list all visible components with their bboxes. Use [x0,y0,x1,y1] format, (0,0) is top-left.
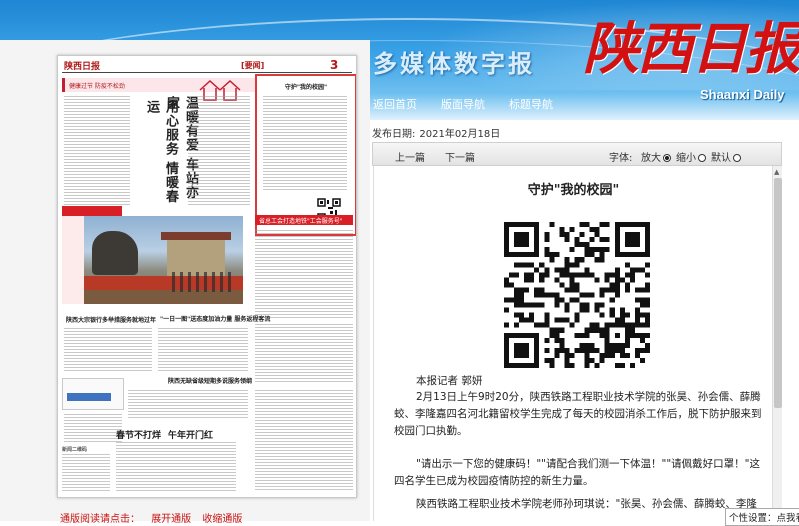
qr-caption: 新闻二维码 [62,447,88,453]
union-service-headline-bar[interactable]: 省总工会打造地铁"工会服务号" [255,215,353,225]
scrollbar-thumb[interactable] [774,178,782,408]
qr-code-icon [504,222,650,368]
newspaper-logo-english: Shaanxi Daily [700,87,785,102]
publish-date: 发布日期: 2021年02月18日 [372,125,500,140]
page-number: 3 [330,58,339,72]
font-default-option[interactable]: 默认 [711,149,741,164]
highlighted-article-box[interactable]: 守护"我的校园" [255,74,356,236]
article-toolbar: 上一篇 下一篇 字体: 放大 缩小 默认 [372,142,782,166]
article-text-block[interactable] [158,328,248,372]
article-content: 守护"我的校园" 本报记者 郭妍 2月13日上午9时20分，陕西铁路工程职业技术… [373,166,773,521]
info-box[interactable] [62,378,124,410]
article-paragraph: 陕西铁路工程职业技术学院老师孙珂琪说："张昊、孙会儒、薛腾蛟、李隆 [416,498,757,510]
article-title: 守护"我的校园" [527,183,620,198]
photo-side-panel [62,216,84,304]
page-right-margin [782,120,799,521]
newspaper-logo[interactable]: 陕西日报 [583,4,799,85]
article-text-block[interactable] [188,96,250,206]
full-page-reading-label: 通版阅读请点击： [60,514,140,525]
expand-page-link[interactable]: 展开通版 [151,514,191,525]
photo-ground [62,290,243,304]
article-headline-vertical[interactable]: 用心服务 情暖春运 [142,100,180,210]
font-shrink-option[interactable]: 缩小 [676,149,706,164]
highlighted-article-title: 守护"我的校园" [284,84,328,91]
info-box-bar [67,393,111,401]
font-shrink-label: 缩小 [676,153,696,164]
article-byline: 本报记者 郭妍 [416,375,483,387]
article-text-block[interactable] [255,230,353,320]
article-text-block[interactable] [64,96,130,206]
article-text-block[interactable] [128,390,248,420]
photo-statue [92,231,138,275]
article-text-block[interactable] [64,328,152,372]
photo-crowd [172,272,232,292]
radio-icon[interactable] [698,154,706,162]
previous-article-link[interactable]: 上一篇 [395,149,425,164]
publish-date-label: 发布日期: [372,129,416,140]
union-service-headline: 省总工会打造地铁"工会服务号" [259,218,343,225]
article-text-block[interactable] [255,324,353,384]
page-banner-text: 健康过节 防疫不松劲 [69,83,125,90]
article-headline[interactable]: 陕西无缺省级短期多说服务领纲 [168,376,252,385]
news-photo[interactable] [62,216,243,304]
newspaper-page-thumbnail[interactable]: 陕西日报 [要闻] 3 健康过节 防疫不松劲 温暖有爱 车站亦家 用心服务 情暖… [57,55,357,498]
publish-date-value: 2021年02月18日 [419,129,501,140]
article-headline[interactable]: 陕西大宗银行多举措服务就地过年 [66,315,156,324]
font-size-label: 字体: [609,153,633,164]
radio-selected-icon[interactable] [663,154,671,162]
masthead-rule [62,72,352,73]
personal-settings-popup[interactable]: 个性设置：点我看 [725,508,799,526]
full-page-reading-links: 通版阅读请点击： 展开通版 收缩通版 [60,510,250,525]
article-paragraph: 2月13日上午9时20分，陕西铁路工程职业技术学院的张昊、孙会儒、薛腾蛟、李隆嘉… [394,391,762,437]
page-section-label: [要闻] [241,61,265,70]
article-text-block[interactable] [255,390,353,492]
article-headline-large[interactable]: 春节不打烊 [116,428,161,441]
site-title: 多媒体数字报 [373,49,535,78]
article-paragraph: "请出示一下您的健康码！""请配合我们测一下体温！""请佩戴好口罩！"这四名学生… [394,458,760,487]
article-headline[interactable]: "一日一图"送态度加油力量 服务返程客流 [160,314,270,323]
article-text-block[interactable] [64,414,122,444]
collapse-page-link[interactable]: 收缩通版 [202,514,242,525]
article-text-block [263,96,347,192]
next-article-link[interactable]: 下一篇 [445,149,475,164]
top-nav: 返回首页 版面导航 标题导航 [373,96,577,112]
nav-home-link[interactable]: 返回首页 [373,96,417,112]
radio-icon[interactable] [733,154,741,162]
font-default-label: 默认 [711,153,731,164]
page-masthead: 陕西日报 [64,62,101,72]
article-text-block[interactable] [62,454,110,492]
nav-page-navigation-link[interactable]: 版面导航 [441,96,485,112]
article-headline-large[interactable]: 午年开门红 [168,428,213,441]
section-red-bar [62,206,122,216]
nav-title-navigation-link[interactable]: 标题导航 [509,96,553,112]
font-enlarge-label: 放大 [641,153,661,164]
article-text-block[interactable] [116,442,236,492]
scroll-up-arrow-icon[interactable]: ▲ [774,168,779,176]
font-enlarge-option[interactable]: 放大 [641,149,671,164]
